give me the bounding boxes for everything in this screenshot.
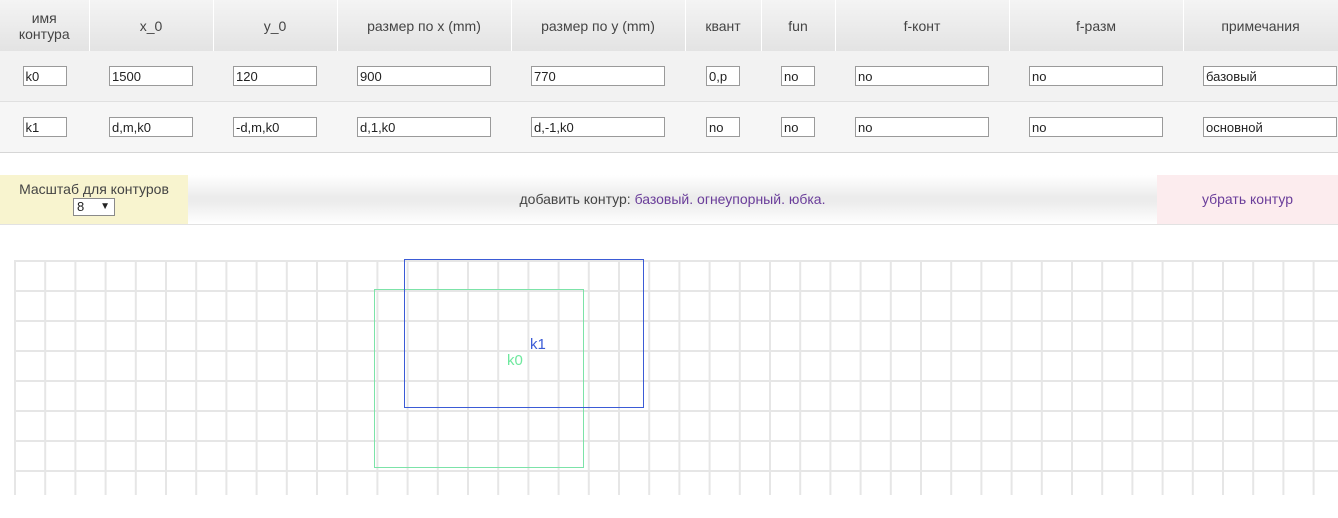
header-y0: y_0 [213, 0, 338, 51]
header-size-x: размер по x (mm) [337, 0, 512, 51]
f-size-input[interactable] [1029, 66, 1163, 86]
scale-value: 8 [77, 199, 85, 214]
size-x-input[interactable] [357, 66, 491, 86]
contour-name-input[interactable] [22, 66, 67, 86]
quant-input[interactable] [706, 66, 740, 86]
scale-panel: Масштаб для контуров 8 ▼ [0, 175, 188, 224]
grid [14, 260, 1338, 495]
header-size-y: размер по y (mm) [511, 0, 686, 51]
remove-contour-link[interactable]: убрать контур [1202, 191, 1293, 207]
add-base-link[interactable]: базовый. [635, 191, 694, 207]
quant-input[interactable] [706, 117, 740, 137]
contour-drawing: k0 k1 [14, 259, 1338, 495]
size-y-input[interactable] [531, 66, 665, 86]
y0-input[interactable] [233, 66, 317, 86]
x0-input[interactable] [109, 66, 193, 86]
notes-input[interactable] [1203, 66, 1337, 86]
fun-input[interactable] [781, 66, 815, 86]
contour-canvas[interactable]: k0 k1 [0, 225, 1338, 518]
scale-label: Масштаб для контуров [19, 181, 169, 197]
header-x0: x_0 [89, 0, 214, 51]
notes-input[interactable] [1203, 117, 1337, 137]
add-fireproof-link[interactable]: огнеупорный. [697, 191, 785, 207]
y0-input[interactable] [233, 117, 317, 137]
contour-k1-label: k1 [530, 336, 546, 353]
table-row [0, 51, 1338, 102]
header-row: имя контура x_0 y_0 размер по x (mm) раз… [0, 0, 1338, 51]
contour-k1-rect [404, 259, 644, 408]
header-fun: fun [761, 0, 836, 51]
x0-input[interactable] [109, 117, 193, 137]
add-skirt-link[interactable]: юбка. [789, 191, 826, 207]
size-x-input[interactable] [357, 117, 491, 137]
contour-name-input[interactable] [22, 117, 67, 137]
size-y-input[interactable] [531, 117, 665, 137]
chevron-down-icon: ▼ [100, 201, 110, 212]
header-f-size: f-разм [1009, 0, 1184, 51]
scale-select[interactable]: 8 ▼ [73, 198, 115, 216]
remove-contour-panel: убрать контур [1157, 175, 1338, 224]
f-cont-input[interactable] [855, 66, 989, 86]
header-notes: примечания [1183, 0, 1338, 51]
fun-input[interactable] [781, 117, 815, 137]
add-contour-panel: добавить контур: базовый. огнеупорный. ю… [188, 175, 1157, 224]
contours-table: имя контура x_0 y_0 размер по x (mm) раз… [0, 0, 1338, 153]
header-quant: квант [685, 0, 762, 51]
header-f-cont: f-конт [835, 0, 1010, 51]
contour-toolbar: Масштаб для контуров 8 ▼ добавить контур… [0, 175, 1338, 225]
add-contour-label: добавить контур: [519, 191, 631, 207]
table-row [0, 101, 1338, 153]
contour-k0-label: k0 [507, 352, 523, 369]
f-cont-input[interactable] [855, 117, 989, 137]
header-contour-name: имя контура [0, 0, 90, 51]
f-size-input[interactable] [1029, 117, 1163, 137]
